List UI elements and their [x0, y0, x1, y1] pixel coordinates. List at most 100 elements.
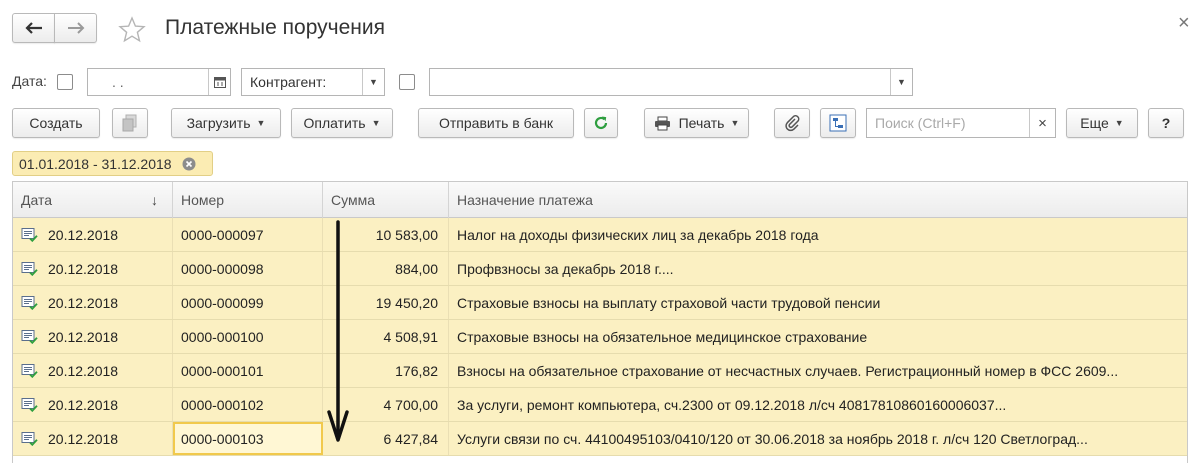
- back-button[interactable]: [12, 13, 55, 43]
- cell-purpose-text: За услуги, ремонт компьютера, сч.2300 от…: [457, 396, 1007, 413]
- refresh-icon: [593, 115, 609, 131]
- help-button[interactable]: ?: [1148, 108, 1184, 138]
- cell-purpose[interactable]: Взносы на обязательное страхование от не…: [449, 354, 1187, 387]
- cell-purpose-text: Страховые взносы на выплату страховой ча…: [457, 294, 881, 311]
- close-window-icon[interactable]: ×: [1178, 12, 1190, 35]
- cell-date-text: 20.12.2018: [48, 226, 119, 243]
- arrow-right-icon: [67, 22, 85, 34]
- cell-date[interactable]: 20.12.2018: [13, 354, 173, 387]
- load-button[interactable]: Загрузить ▼: [171, 108, 281, 138]
- more-button[interactable]: Еще ▼: [1066, 108, 1138, 138]
- calendar-icon[interactable]: [208, 69, 230, 95]
- print-button-label: Печать: [678, 115, 725, 131]
- counterparty-input[interactable]: ▼: [429, 68, 913, 96]
- cell-sum-text: 4 508,91: [383, 328, 439, 345]
- cell-sum-text: 176,82: [395, 362, 438, 379]
- create-button-label: Создать: [29, 115, 83, 131]
- remove-filter-icon[interactable]: [182, 157, 196, 171]
- cell-number[interactable]: 0000-000099: [173, 286, 323, 319]
- structure-button[interactable]: [820, 108, 856, 138]
- table-row[interactable]: 20.12.2018 0000-000102 4 700,00 За услуги, …: [13, 388, 1187, 422]
- payment-orders-table[interactable]: Дата ↓ Номер Сумма Назначение платежа 20…: [12, 181, 1188, 463]
- cell-purpose[interactable]: Страховые взносы на обязательное медицин…: [449, 320, 1187, 353]
- cell-purpose-text: Услуги связи по сч. 44100495103/0410/120…: [457, 430, 1088, 447]
- table-row[interactable]: 20.12.2018 0000-000103 6 427,84 Услуги связ…: [13, 422, 1187, 456]
- table-row[interactable]: 20.12.2018 0000-000100 4 508,91 Страховые в…: [13, 320, 1187, 354]
- payment-order-posted-icon: [21, 227, 38, 242]
- cell-number-text: 0000-000098: [181, 260, 264, 277]
- cell-purpose-text: Налог на доходы физических лиц за декабр…: [457, 226, 819, 243]
- cell-purpose[interactable]: Услуги связи по сч. 44100495103/0410/120…: [449, 422, 1187, 455]
- table-row[interactable]: 20.12.2018 0000-000098 884,00 Профвзносы за…: [13, 252, 1187, 286]
- cell-sum-text: 19 450,20: [375, 294, 438, 311]
- payment-order-posted-icon: [21, 261, 38, 276]
- chevron-down-icon[interactable]: ▼: [362, 69, 384, 95]
- counterparty-type-select[interactable]: Контрагент: ▼: [241, 68, 385, 96]
- column-header-sum[interactable]: Сумма: [323, 182, 449, 218]
- cell-number[interactable]: 0000-000101: [173, 354, 323, 387]
- copy-document-icon: [122, 114, 138, 132]
- column-header-purpose[interactable]: Назначение платежа: [449, 182, 1187, 218]
- attach-button[interactable]: [774, 108, 810, 138]
- copy-button[interactable]: [112, 108, 148, 138]
- cell-number[interactable]: 0000-000097: [173, 218, 323, 251]
- sort-down-icon: ↓: [151, 192, 158, 208]
- payment-order-posted-icon: [21, 431, 38, 446]
- cell-number[interactable]: 0000-000103: [173, 422, 323, 455]
- date-filter-value: . .: [112, 74, 124, 90]
- cell-number[interactable]: 0000-000100: [173, 320, 323, 353]
- page-title: Платежные поручения: [165, 16, 385, 39]
- forward-button[interactable]: [54, 13, 97, 43]
- cell-date[interactable]: 20.12.2018: [13, 252, 173, 285]
- cell-date[interactable]: 20.12.2018: [13, 388, 173, 421]
- cell-date[interactable]: 20.12.2018: [13, 286, 173, 319]
- table-row[interactable]: 20.12.2018 0000-000101 176,82 Взносы на обя…: [13, 354, 1187, 388]
- cell-number-text: 0000-000099: [181, 294, 264, 311]
- cell-date-text: 20.12.2018: [48, 396, 119, 413]
- column-header-date-label: Дата: [21, 192, 53, 208]
- refresh-button[interactable]: [584, 108, 618, 138]
- search-clear-button[interactable]: ×: [1029, 109, 1055, 137]
- period-badge-text: 01.01.2018 - 31.12.2018: [19, 155, 172, 172]
- cell-sum-text: 6 427,84: [383, 430, 439, 447]
- cell-purpose[interactable]: Профвзносы за декабрь 2018 г....: [449, 252, 1187, 285]
- column-header-date[interactable]: Дата ↓: [13, 182, 173, 218]
- create-button[interactable]: Создать: [12, 108, 100, 138]
- cell-purpose[interactable]: За услуги, ремонт компьютера, сч.2300 от…: [449, 388, 1187, 421]
- table-header: Дата ↓ Номер Сумма Назначение платежа: [13, 182, 1187, 218]
- structure-icon: [829, 114, 847, 132]
- search-input[interactable]: Поиск (Ctrl+F) ×: [866, 108, 1056, 138]
- send-to-bank-label: Отправить в банк: [439, 115, 553, 131]
- date-filter-label: Дата:: [12, 73, 47, 89]
- star-icon[interactable]: [118, 16, 146, 43]
- cell-number-text: 0000-000101: [181, 362, 264, 379]
- cell-purpose[interactable]: Страховые взносы на выплату страховой ча…: [449, 286, 1187, 319]
- send-to-bank-button[interactable]: Отправить в банк: [418, 108, 574, 138]
- load-button-label: Загрузить: [186, 115, 251, 131]
- arrow-left-icon: [24, 22, 43, 34]
- print-button[interactable]: Печать ▼: [644, 108, 749, 138]
- cell-number[interactable]: 0000-000098: [173, 252, 323, 285]
- chevron-down-icon[interactable]: ▼: [890, 69, 912, 95]
- cell-purpose[interactable]: Налог на доходы физических лиц за декабр…: [449, 218, 1187, 251]
- counterparty-filter-checkbox[interactable]: [399, 74, 415, 90]
- cell-date-text: 20.12.2018: [48, 294, 119, 311]
- cell-number-text: 0000-000103: [181, 430, 264, 447]
- cell-date[interactable]: 20.12.2018: [13, 218, 173, 251]
- pay-button[interactable]: Оплатить ▼: [291, 108, 393, 138]
- printer-icon: [654, 116, 671, 131]
- cell-number[interactable]: 0000-000102: [173, 388, 323, 421]
- date-filter-checkbox[interactable]: [57, 74, 73, 90]
- column-header-number[interactable]: Номер: [173, 182, 323, 218]
- table-row[interactable]: 20.12.2018 0000-000099 19 450,20 Страховые …: [13, 286, 1187, 320]
- cell-number-text: 0000-000100: [181, 328, 264, 345]
- payment-order-posted-icon: [21, 329, 38, 344]
- table-row[interactable]: 20.12.2018 0000-000097 10 583,00 Налог на д…: [13, 218, 1187, 252]
- cell-date-text: 20.12.2018: [48, 430, 119, 447]
- period-filter-badge[interactable]: 01.01.2018 - 31.12.2018: [12, 151, 213, 176]
- date-filter-input[interactable]: . .: [87, 68, 231, 96]
- cell-date[interactable]: 20.12.2018: [13, 320, 173, 353]
- cell-sum-text: 4 700,00: [383, 396, 439, 413]
- cell-date-text: 20.12.2018: [48, 260, 119, 277]
- cell-date[interactable]: 20.12.2018: [13, 422, 173, 455]
